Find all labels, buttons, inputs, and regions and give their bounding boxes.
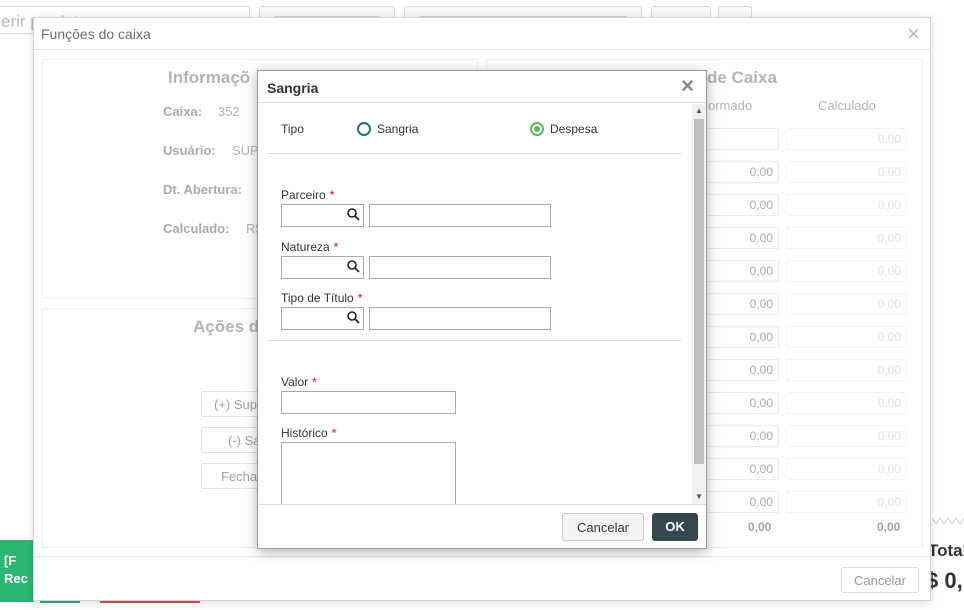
calculado-value: 0,00 [787,359,907,381]
natureza-code-input[interactable] [281,256,364,279]
total-label: Total [928,541,964,560]
calculado-value: 0,00 [787,425,907,447]
separator [267,340,681,341]
historico-label: Histórico * [281,426,336,440]
parceiro-name-input[interactable] [369,204,551,227]
parceiro-label-text: Parceiro [281,188,326,202]
total-value: $ 0, [926,568,963,593]
tipo-titulo-code-input[interactable] [281,307,364,330]
caixa-modal-footer: Cancelar [34,556,930,602]
natureza-label: Natureza * [281,240,338,254]
calculado-value: 0,00 [787,128,907,150]
natureza-name-input[interactable] [369,256,551,279]
radio-sangria-label[interactable]: Sangria [377,122,418,136]
side-action-line1: [F [4,553,17,568]
calculado-value: 0,00 [787,458,907,480]
side-action-line2: Rec [4,571,28,586]
radio-sangria[interactable] [357,122,371,136]
total-calculado: 0,00 [877,520,901,534]
valor-label-text: Valor [281,375,309,389]
parceiro-label: Parceiro * [281,188,334,202]
sangria-dialog-body: Tipo Sangria Despesa Parceiro * Natureza * [258,104,692,504]
calculado-value: 0,00 [787,326,907,348]
total-informado: 0,00 [748,520,772,534]
calculado-value: 0,00 [787,293,907,315]
natureza-label-text: Natureza [281,240,330,254]
required-mark: * [312,375,317,389]
tipo-titulo-name-input[interactable] [369,307,551,330]
calculado-value: 0,00 [787,491,907,513]
calculado-value: 0,00 [787,161,907,183]
search-icon[interactable] [347,208,360,221]
close-icon[interactable]: × [681,73,694,99]
search-icon[interactable] [347,260,360,273]
tipo-titulo-label-text: Tipo de Título [281,291,354,305]
torn-edge-decoration [932,517,964,525]
sangria-dialog-footer: Cancelar OK [258,504,706,548]
calculado-value: 0,00 [787,194,907,216]
col-informado-header: ormado [708,98,753,113]
col-calculado-header: Calculado [818,98,876,113]
valor-input[interactable] [281,391,456,414]
scroll-thumb[interactable] [694,119,704,464]
side-action-button[interactable]: [F Rec [0,540,34,602]
tipo-titulo-label: Tipo de Título * [281,291,362,305]
required-mark: * [357,291,363,305]
sangria-dialog: Sangria × Tipo Sangria Despesa Parceiro *… [257,70,707,549]
scroll-down-arrow-icon[interactable]: ▼ [692,490,706,504]
scroll-up-arrow-icon[interactable]: ▲ [692,104,706,118]
ok-button[interactable]: OK [652,513,698,541]
sangria-dialog-header: Sangria × [258,71,706,103]
radio-despesa-label[interactable]: Despesa [550,122,597,136]
parceiro-code-input[interactable] [281,204,364,227]
separator [267,153,681,154]
valor-label: Valor * [281,375,317,389]
cancel-button[interactable]: Cancelar [562,513,644,541]
historico-label-text: Histórico [281,426,328,440]
search-icon[interactable] [347,311,360,324]
calculado-value: 0,00 [787,392,907,414]
caixa-cancel-button[interactable]: Cancelar [840,567,919,593]
required-mark: * [329,188,335,202]
historico-textarea[interactable] [281,442,456,504]
required-mark: * [331,426,337,440]
calculado-value: 0,00 [787,227,907,249]
dialog-scrollbar[interactable]: ▲ ▼ [692,104,706,504]
calculado-value: 0,00 [787,260,907,282]
sangria-dialog-title: Sangria [267,80,319,96]
radio-despesa[interactable] [530,122,544,136]
required-mark: * [333,240,339,254]
tipo-label: Tipo [281,122,304,136]
